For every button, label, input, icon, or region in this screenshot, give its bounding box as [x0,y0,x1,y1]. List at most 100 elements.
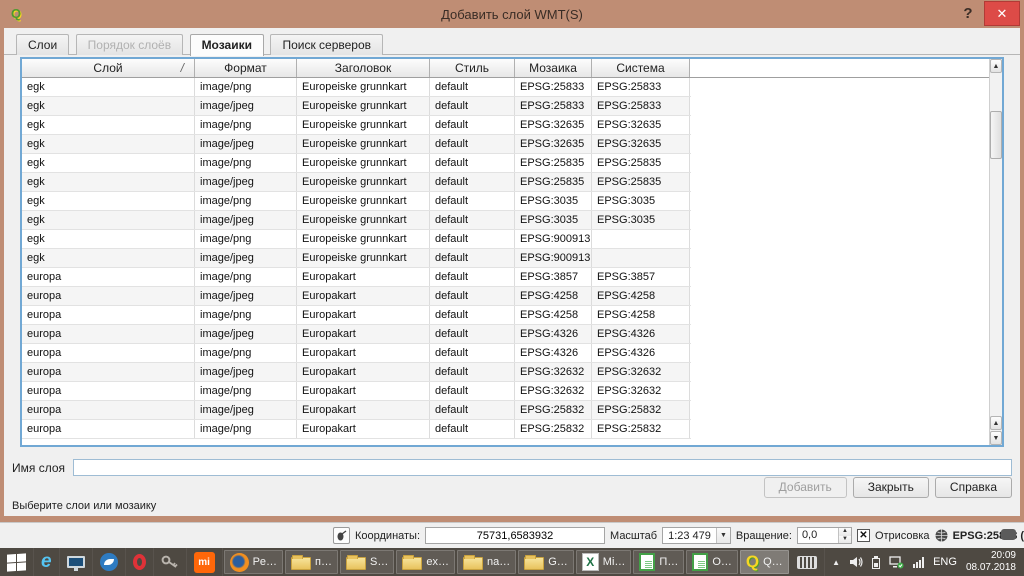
taskbar-item-folder-4[interactable]: na… [457,550,516,574]
table-row[interactable]: europaimage/pngEuropakartdefaultEPSG:432… [22,344,691,363]
taskbar-item-folder-2[interactable]: S… [340,550,394,574]
table-cell[interactable]: Europeiske grunnkart [297,97,430,115]
table-cell[interactable]: image/png [195,344,297,362]
table-row[interactable]: europaimage/pngEuropakartdefaultEPSG:425… [22,306,691,325]
mouse-position-icon[interactable] [333,527,350,544]
render-checkbox[interactable]: ✕ [857,529,870,542]
table-cell[interactable]: default [430,420,515,438]
table-row[interactable]: egkimage/jpegEuropeiske grunnkartdefault… [22,97,691,116]
table-cell[interactable]: EPSG:4326 [592,344,690,362]
table-cell[interactable]: Europakart [297,344,430,362]
tab-layers[interactable]: Слои [16,34,69,55]
table-cell[interactable]: image/jpeg [195,401,297,419]
table-cell[interactable]: default [430,97,515,115]
globe-crs-icon[interactable] [935,529,948,542]
table-cell[interactable]: EPSG:25833 [515,97,592,115]
tab-tilesets[interactable]: Мозаики [190,34,264,56]
table-cell[interactable]: egk [22,249,195,267]
table-row[interactable]: europaimage/jpegEuropakartdefaultEPSG:32… [22,363,691,382]
table-row[interactable]: egkimage/pngEuropeiske grunnkartdefaultE… [22,154,691,173]
table-cell[interactable]: default [430,382,515,400]
table-cell[interactable]: default [430,211,515,229]
table-cell[interactable]: default [430,287,515,305]
table-cell[interactable]: egk [22,211,195,229]
table-row[interactable]: egkimage/jpegEuropeiske grunnkartdefault… [22,173,691,192]
table-cell[interactable]: default [430,173,515,191]
column-header-3[interactable]: Стиль [430,59,515,77]
table-cell[interactable]: EPSG:900913 [515,230,592,248]
taskbar-item-thunderbird[interactable] [93,548,126,576]
chevron-down-icon[interactable]: ▼ [716,528,730,543]
table-cell[interactable]: EPSG:3035 [515,211,592,229]
close-button[interactable]: Закрыть [853,477,929,498]
table-cell[interactable]: EPSG:25835 [515,154,592,172]
table-cell[interactable]: EPSG:32632 [515,363,592,381]
table-cell[interactable]: image/jpeg [195,135,297,153]
table-row[interactable]: egkimage/pngEuropeiske grunnkartdefaultE… [22,116,691,135]
table-cell[interactable]: EPSG:3035 [592,192,690,210]
spinner-arrows-icon[interactable]: ▲▼ [838,528,851,543]
table-cell[interactable]: europa [22,268,195,286]
language-indicator[interactable]: ENG [933,556,957,568]
table-cell[interactable]: Europakart [297,325,430,343]
table-row[interactable]: egkimage/pngEuropeiske grunnkartdefaultE… [22,192,691,211]
table-cell[interactable]: EPSG:32632 [592,382,690,400]
rotation-spinbox[interactable]: 0,0 ▲▼ [797,527,852,544]
table-cell[interactable]: EPSG:4258 [592,287,690,305]
table-cell[interactable]: egk [22,192,195,210]
table-cell[interactable]: Europeiske grunnkart [297,230,430,248]
table-row[interactable]: egkimage/jpegEuropeiske grunnkartdefault… [22,135,691,154]
table-row[interactable]: europaimage/pngEuropakartdefaultEPSG:258… [22,420,691,439]
table-cell[interactable]: image/jpeg [195,363,297,381]
table-row[interactable]: europaimage/pngEuropakartdefaultEPSG:385… [22,268,691,287]
help-icon[interactable]: ? [956,2,980,26]
table-cell[interactable]: EPSG:3035 [592,211,690,229]
table-cell[interactable]: default [430,401,515,419]
table-cell[interactable] [592,249,690,267]
table-cell[interactable]: egk [22,173,195,191]
table-cell[interactable]: image/jpeg [195,249,297,267]
table-row[interactable]: egkimage/pngEuropeiske grunnkartdefaultE… [22,78,691,97]
close-icon[interactable]: ✕ [984,1,1020,26]
table-cell[interactable]: EPSG:32632 [515,382,592,400]
taskbar-item-qgis[interactable]: QQ… [740,550,789,574]
table-cell[interactable]: Europeiske grunnkart [297,135,430,153]
table-cell[interactable]: Europakart [297,287,430,305]
table-cell[interactable]: Europeiske grunnkart [297,173,430,191]
table-cell[interactable]: default [430,154,515,172]
column-header-2[interactable]: Заголовок [297,59,430,77]
table-cell[interactable]: default [430,78,515,96]
table-cell[interactable]: default [430,135,515,153]
table-cell[interactable]: default [430,363,515,381]
network-icon[interactable] [889,556,904,569]
table-row[interactable]: egkimage/jpegEuropeiske grunnkartdefault… [22,249,691,268]
layer-name-input[interactable] [73,459,1012,476]
table-cell[interactable]: default [430,306,515,324]
table-cell[interactable]: Europeiske grunnkart [297,211,430,229]
scroll-up-icon[interactable]: ▲ [990,59,1002,73]
table-cell[interactable]: default [430,249,515,267]
table-cell[interactable]: Europeiske grunnkart [297,154,430,172]
table-cell[interactable]: EPSG:32635 [592,116,690,134]
vertical-scrollbar[interactable]: ▲ ▲ ▼ [989,59,1002,445]
table-cell[interactable]: EPSG:25833 [592,78,690,96]
table-cell[interactable]: default [430,230,515,248]
table-cell[interactable]: image/jpeg [195,173,297,191]
signal-bars-icon[interactable] [913,557,924,568]
table-cell[interactable]: egk [22,78,195,96]
table-cell[interactable]: Europakart [297,363,430,381]
table-row[interactable]: egkimage/jpegEuropeiske grunnkartdefault… [22,211,691,230]
table-cell[interactable]: EPSG:25832 [592,420,690,438]
taskbar-item-mi[interactable]: mi [187,548,223,576]
table-cell[interactable]: EPSG:25835 [592,154,690,172]
table-cell[interactable]: image/png [195,382,297,400]
table-cell[interactable]: Europakart [297,382,430,400]
taskbar-item-firefox[interactable]: Pe… [224,550,283,574]
coordinates-input[interactable] [425,527,605,544]
table-cell[interactable]: image/png [195,420,297,438]
table-cell[interactable]: EPSG:32635 [515,116,592,134]
table-cell[interactable]: image/png [195,78,297,96]
table-cell[interactable]: EPSG:25832 [592,401,690,419]
taskbar-item-internet-explorer[interactable]: e [34,548,60,576]
table-cell[interactable]: EPSG:32635 [515,135,592,153]
